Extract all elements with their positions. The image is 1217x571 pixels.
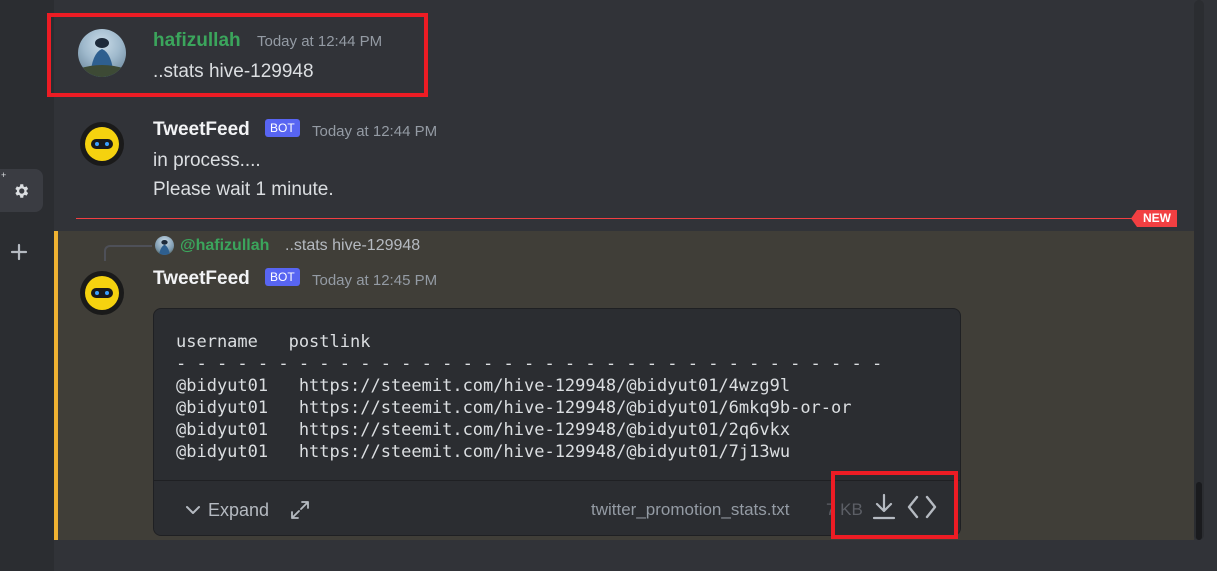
- user-photo-icon: [158, 239, 171, 255]
- bottom-area: [54, 540, 1217, 571]
- bot-badge: BOT: [265, 268, 300, 286]
- add-server-icon[interactable]: [9, 242, 29, 262]
- reply-avatar: [155, 236, 174, 255]
- reply-preview[interactable]: ..stats hive-129948: [285, 237, 420, 255]
- code-row: @bidyut01 https://steemit.com/hive-12994…: [176, 420, 791, 440]
- message-content: in process....: [153, 150, 261, 171]
- reply-spine: [104, 245, 152, 261]
- annotation-box-actions: [831, 471, 958, 539]
- server-settings-button[interactable]: +: [0, 169, 43, 212]
- timestamp: Today at 12:45 PM: [312, 272, 438, 289]
- code-separator: - - - - - - - - - - - - - - - - - - - - …: [176, 354, 883, 374]
- sparkle-icon: +: [1, 170, 7, 180]
- new-messages-divider: [76, 218, 1176, 219]
- avatar[interactable]: [79, 270, 125, 316]
- gear-icon: [15, 184, 29, 198]
- code-header: username postlink: [176, 332, 371, 352]
- author-name[interactable]: TweetFeed: [153, 119, 250, 141]
- server-rail: +: [0, 0, 54, 571]
- chevron-down-icon: [186, 506, 200, 514]
- expand-button[interactable]: Expand: [184, 499, 311, 521]
- code-row: @bidyut01 https://steemit.com/hive-12994…: [176, 398, 852, 418]
- attachment-filename[interactable]: twitter_promotion_stats.txt: [591, 500, 789, 520]
- reply-author[interactable]: @hafizullah: [180, 237, 269, 255]
- scrollbar-track[interactable]: [1194, 0, 1204, 540]
- author-name[interactable]: TweetFeed: [153, 268, 250, 290]
- code-content: username postlink - - - - - - - - - - - -…: [176, 331, 882, 463]
- bot-avatar-icon: [80, 122, 124, 166]
- message-content: Please wait 1 minute.: [153, 179, 334, 200]
- code-row: @bidyut01 https://steemit.com/hive-12994…: [176, 442, 791, 462]
- new-badge: NEW: [1131, 210, 1177, 227]
- code-row: @bidyut01 https://steemit.com/hive-12994…: [176, 376, 791, 396]
- bot-badge: BOT: [265, 119, 300, 137]
- bot-avatar-icon: [80, 271, 124, 315]
- expand-label: Expand: [208, 499, 270, 520]
- avatar[interactable]: [79, 121, 125, 167]
- annotation-box-message: [47, 13, 428, 97]
- timestamp: Today at 12:44 PM: [312, 123, 438, 140]
- scrollbar-thumb[interactable]: [1196, 482, 1202, 540]
- fullscreen-icon[interactable]: [289, 499, 311, 521]
